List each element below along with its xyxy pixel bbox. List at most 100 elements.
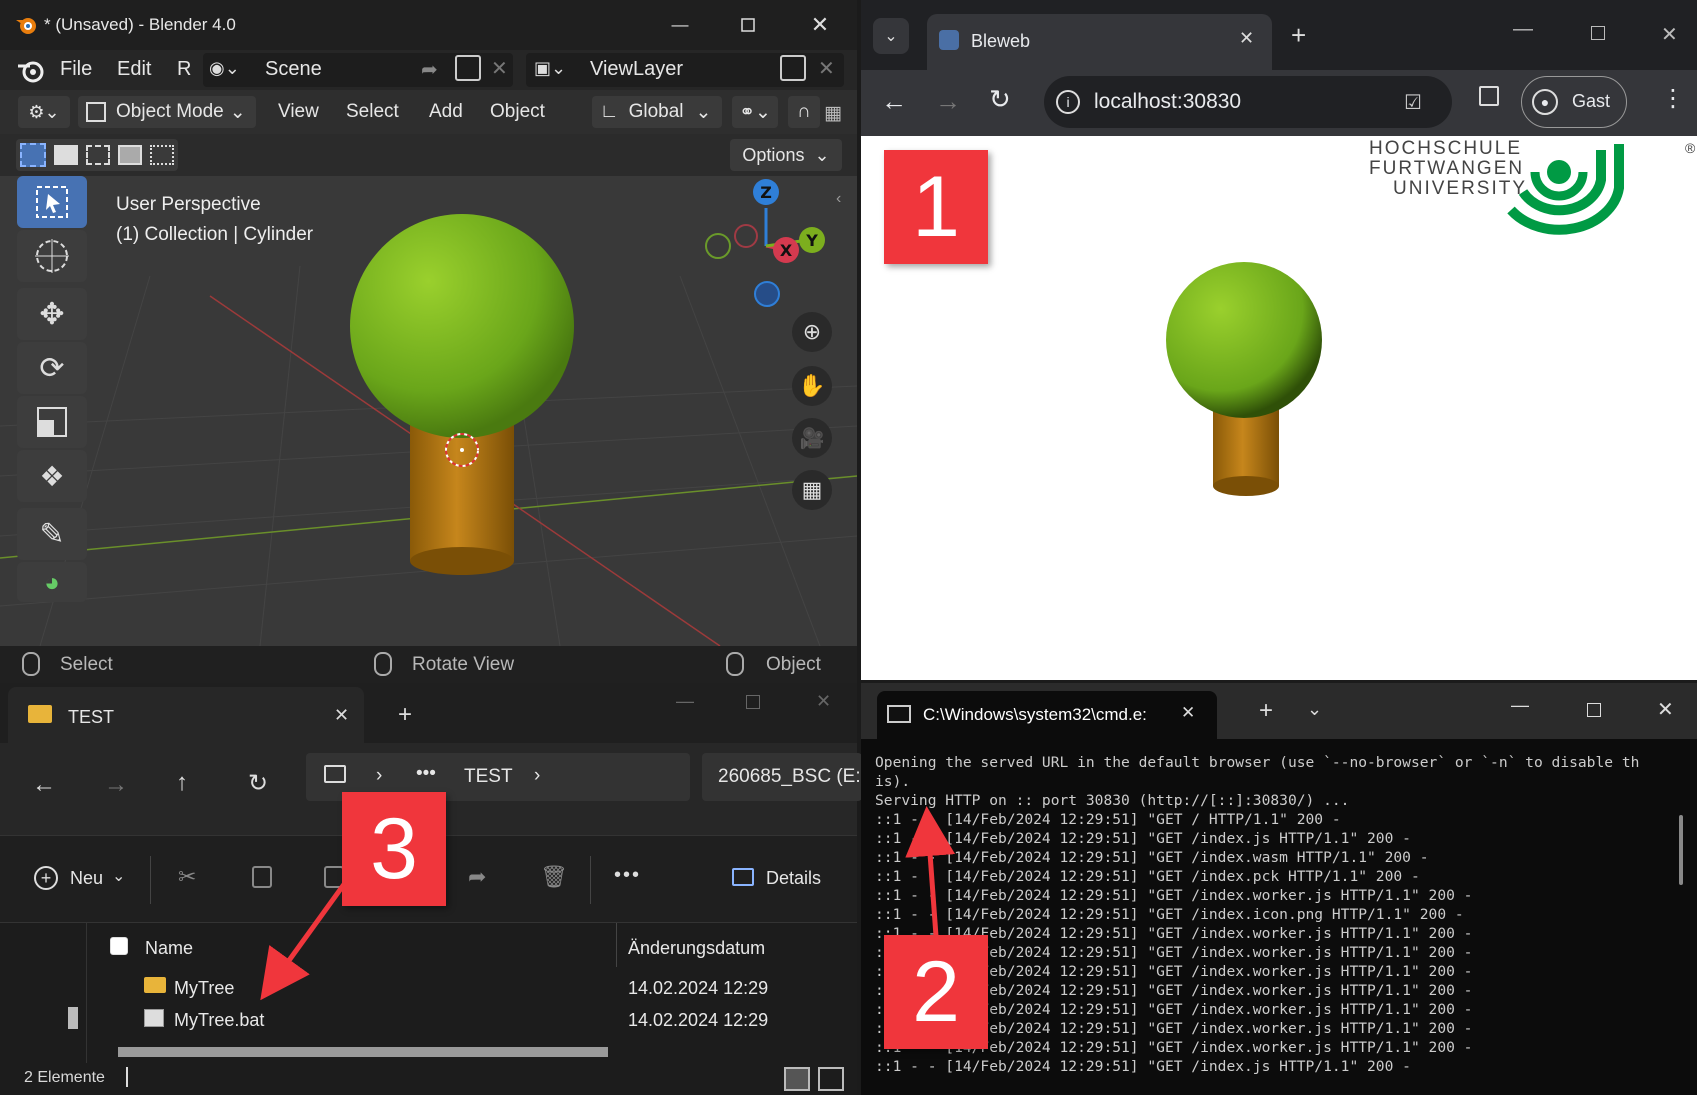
new-tab-icon[interactable]: + (1291, 20, 1306, 51)
minimize-button[interactable]: — (1513, 18, 1533, 41)
new-viewlayer-icon[interactable] (780, 55, 806, 81)
translate-icon[interactable]: ☑ (1404, 90, 1422, 115)
reload-icon[interactable]: ↻ (989, 84, 1011, 115)
measure-tool-icon[interactable]: ◕ (17, 562, 87, 602)
maximize-button[interactable] (746, 695, 760, 709)
pivot-point-icon[interactable]: ⚭⌄ (732, 96, 778, 128)
share-icon[interactable]: ➦ (468, 864, 486, 890)
maximize-button[interactable] (728, 8, 768, 42)
header-menu-add[interactable]: Add (429, 101, 463, 123)
close-button[interactable]: ✕ (1657, 697, 1674, 722)
new-tab-icon[interactable]: + (1259, 697, 1273, 725)
select-intersect-icon[interactable] (150, 145, 174, 165)
options-dropdown[interactable]: Options ⌄ (730, 139, 842, 171)
delete-scene-icon[interactable]: ✕ (491, 56, 508, 81)
tiles-view-icon[interactable] (818, 1067, 844, 1091)
scene-selector[interactable]: ◉⌄ Scene ➦ ✕ (203, 53, 513, 87)
close-button[interactable]: ✕ (1661, 22, 1678, 47)
annotate-tool-icon[interactable]: ✎ (17, 508, 87, 560)
mode-dropdown[interactable]: Object Mode ⌄ (78, 96, 256, 128)
select-new-icon[interactable] (20, 143, 46, 167)
menu-kebab-icon[interactable]: ⋮ (1661, 84, 1685, 113)
transform-tool-icon[interactable]: ❖ (17, 450, 87, 502)
pan-hand-icon[interactable]: ✋ (792, 366, 832, 406)
terminal-scrollbar[interactable] (1679, 815, 1683, 885)
select-invert-icon[interactable] (118, 145, 142, 165)
camera-view-icon[interactable]: 🎥 (792, 418, 832, 458)
scale-tool-icon[interactable] (17, 396, 87, 448)
forward-icon[interactable]: → (104, 771, 128, 799)
cut-icon[interactable]: ✂ (178, 864, 196, 890)
details-view-icon[interactable] (784, 1067, 810, 1091)
breadcrumb-chevron-icon[interactable]: › (534, 765, 540, 787)
zoom-icon[interactable]: ⊕ (792, 312, 832, 352)
rotate-tool-icon[interactable]: ⟳ (17, 342, 87, 394)
forward-icon[interactable]: → (935, 86, 961, 117)
list-item[interactable]: MyTree.bat 14.02.2024 12:29 (100, 1003, 850, 1035)
new-scene-icon[interactable] (455, 55, 481, 81)
header-menu-view[interactable]: View (278, 101, 319, 123)
site-info-icon[interactable]: i (1056, 90, 1080, 114)
move-tool-icon[interactable]: ✥ (17, 288, 87, 340)
details-pane-icon[interactable] (732, 868, 754, 886)
sidebar-toggle-icon[interactable]: ‹ (836, 190, 841, 208)
breadcrumb-current[interactable]: TEST (464, 766, 513, 788)
terminal-tab-cmd[interactable]: C:\Windows\system32\cmd.e: ✕ (877, 691, 1217, 739)
header-menu-object[interactable]: Object (490, 101, 545, 123)
select-box-tool-icon[interactable] (17, 176, 87, 228)
rendered-tree[interactable] (1131, 256, 1351, 516)
add-circle-icon[interactable]: + (34, 866, 58, 890)
copy-icon[interactable] (252, 866, 272, 888)
back-icon[interactable]: ← (32, 771, 56, 799)
select-all-checkbox[interactable] (110, 937, 128, 955)
viewlayer-selector[interactable]: ▣⌄ ViewLayer ✕ (526, 53, 844, 87)
minimize-button[interactable]: — (660, 8, 700, 42)
paste-icon[interactable] (324, 866, 344, 888)
minimize-button[interactable]: — (676, 691, 694, 712)
column-header-date[interactable]: Änderungsdatum (628, 938, 765, 959)
tab-search-icon[interactable]: ⌄ (873, 18, 909, 54)
new-tab-icon[interactable]: + (398, 701, 412, 729)
maximize-button[interactable] (1591, 26, 1605, 40)
browser-tab-bleweb[interactable]: Bleweb ✕ (927, 14, 1272, 70)
explorer-tab-test[interactable]: TEST ✕ (8, 687, 364, 743)
snap-increment-icon[interactable]: ▦ (824, 102, 842, 125)
tab-close-icon[interactable]: ✕ (1181, 703, 1195, 723)
close-button[interactable]: ✕ (816, 691, 831, 712)
maximize-button[interactable] (1587, 703, 1601, 717)
navigation-gizmo[interactable]: Z X Y (690, 176, 840, 316)
new-button[interactable]: Neu (70, 868, 103, 889)
delete-viewlayer-icon[interactable]: ✕ (818, 56, 835, 81)
perspective-grid-icon[interactable]: ▦ (792, 470, 832, 510)
this-pc-icon[interactable] (324, 765, 346, 783)
refresh-icon[interactable]: ↻ (248, 769, 268, 798)
terminal-output[interactable]: Opening the served URL in the default br… (875, 753, 1685, 1093)
select-extend-icon[interactable] (54, 145, 78, 165)
profile-button[interactable]: ● Gast (1521, 76, 1627, 128)
list-item[interactable]: MyTree 14.02.2024 12:29 (100, 971, 850, 1003)
orientation-dropdown[interactable]: ∟ Global ⌄ (592, 96, 722, 128)
breadcrumb-overflow[interactable]: ••• (416, 763, 436, 785)
search-box[interactable]: 260685_BSC (E: (702, 753, 862, 801)
menu-edit[interactable]: Edit (117, 58, 151, 81)
snap-magnet-icon[interactable]: ∩ (788, 96, 820, 128)
blender-menu-logo-icon[interactable] (16, 58, 46, 84)
tab-close-icon[interactable]: ✕ (334, 705, 349, 726)
details-button[interactable]: Details (766, 868, 821, 889)
cursor-tool-icon[interactable] (17, 230, 87, 282)
breadcrumb-chevron-icon[interactable]: › (376, 765, 382, 787)
chevron-down-icon[interactable]: ⌄ (112, 866, 125, 886)
more-options-icon[interactable]: ••• (614, 864, 641, 887)
nav-pane-scrollbar[interactable] (68, 1007, 78, 1029)
header-menu-select[interactable]: Select (346, 101, 399, 123)
pin-icon[interactable]: ➦ (421, 57, 438, 82)
menu-file[interactable]: File (60, 58, 92, 81)
3d-viewport[interactable]: User Perspective (1) Collection | Cylind… (0, 176, 857, 646)
chevron-down-icon[interactable]: ⌄ (1307, 699, 1322, 720)
back-icon[interactable]: ← (881, 86, 907, 117)
column-header-name[interactable]: Name (145, 938, 193, 959)
up-icon[interactable]: ↑ (176, 769, 188, 797)
horizontal-scrollbar[interactable] (118, 1047, 608, 1057)
delete-icon[interactable]: 🗑 (540, 864, 568, 890)
address-bar[interactable]: i localhost:30830 ☑ (1044, 76, 1452, 128)
